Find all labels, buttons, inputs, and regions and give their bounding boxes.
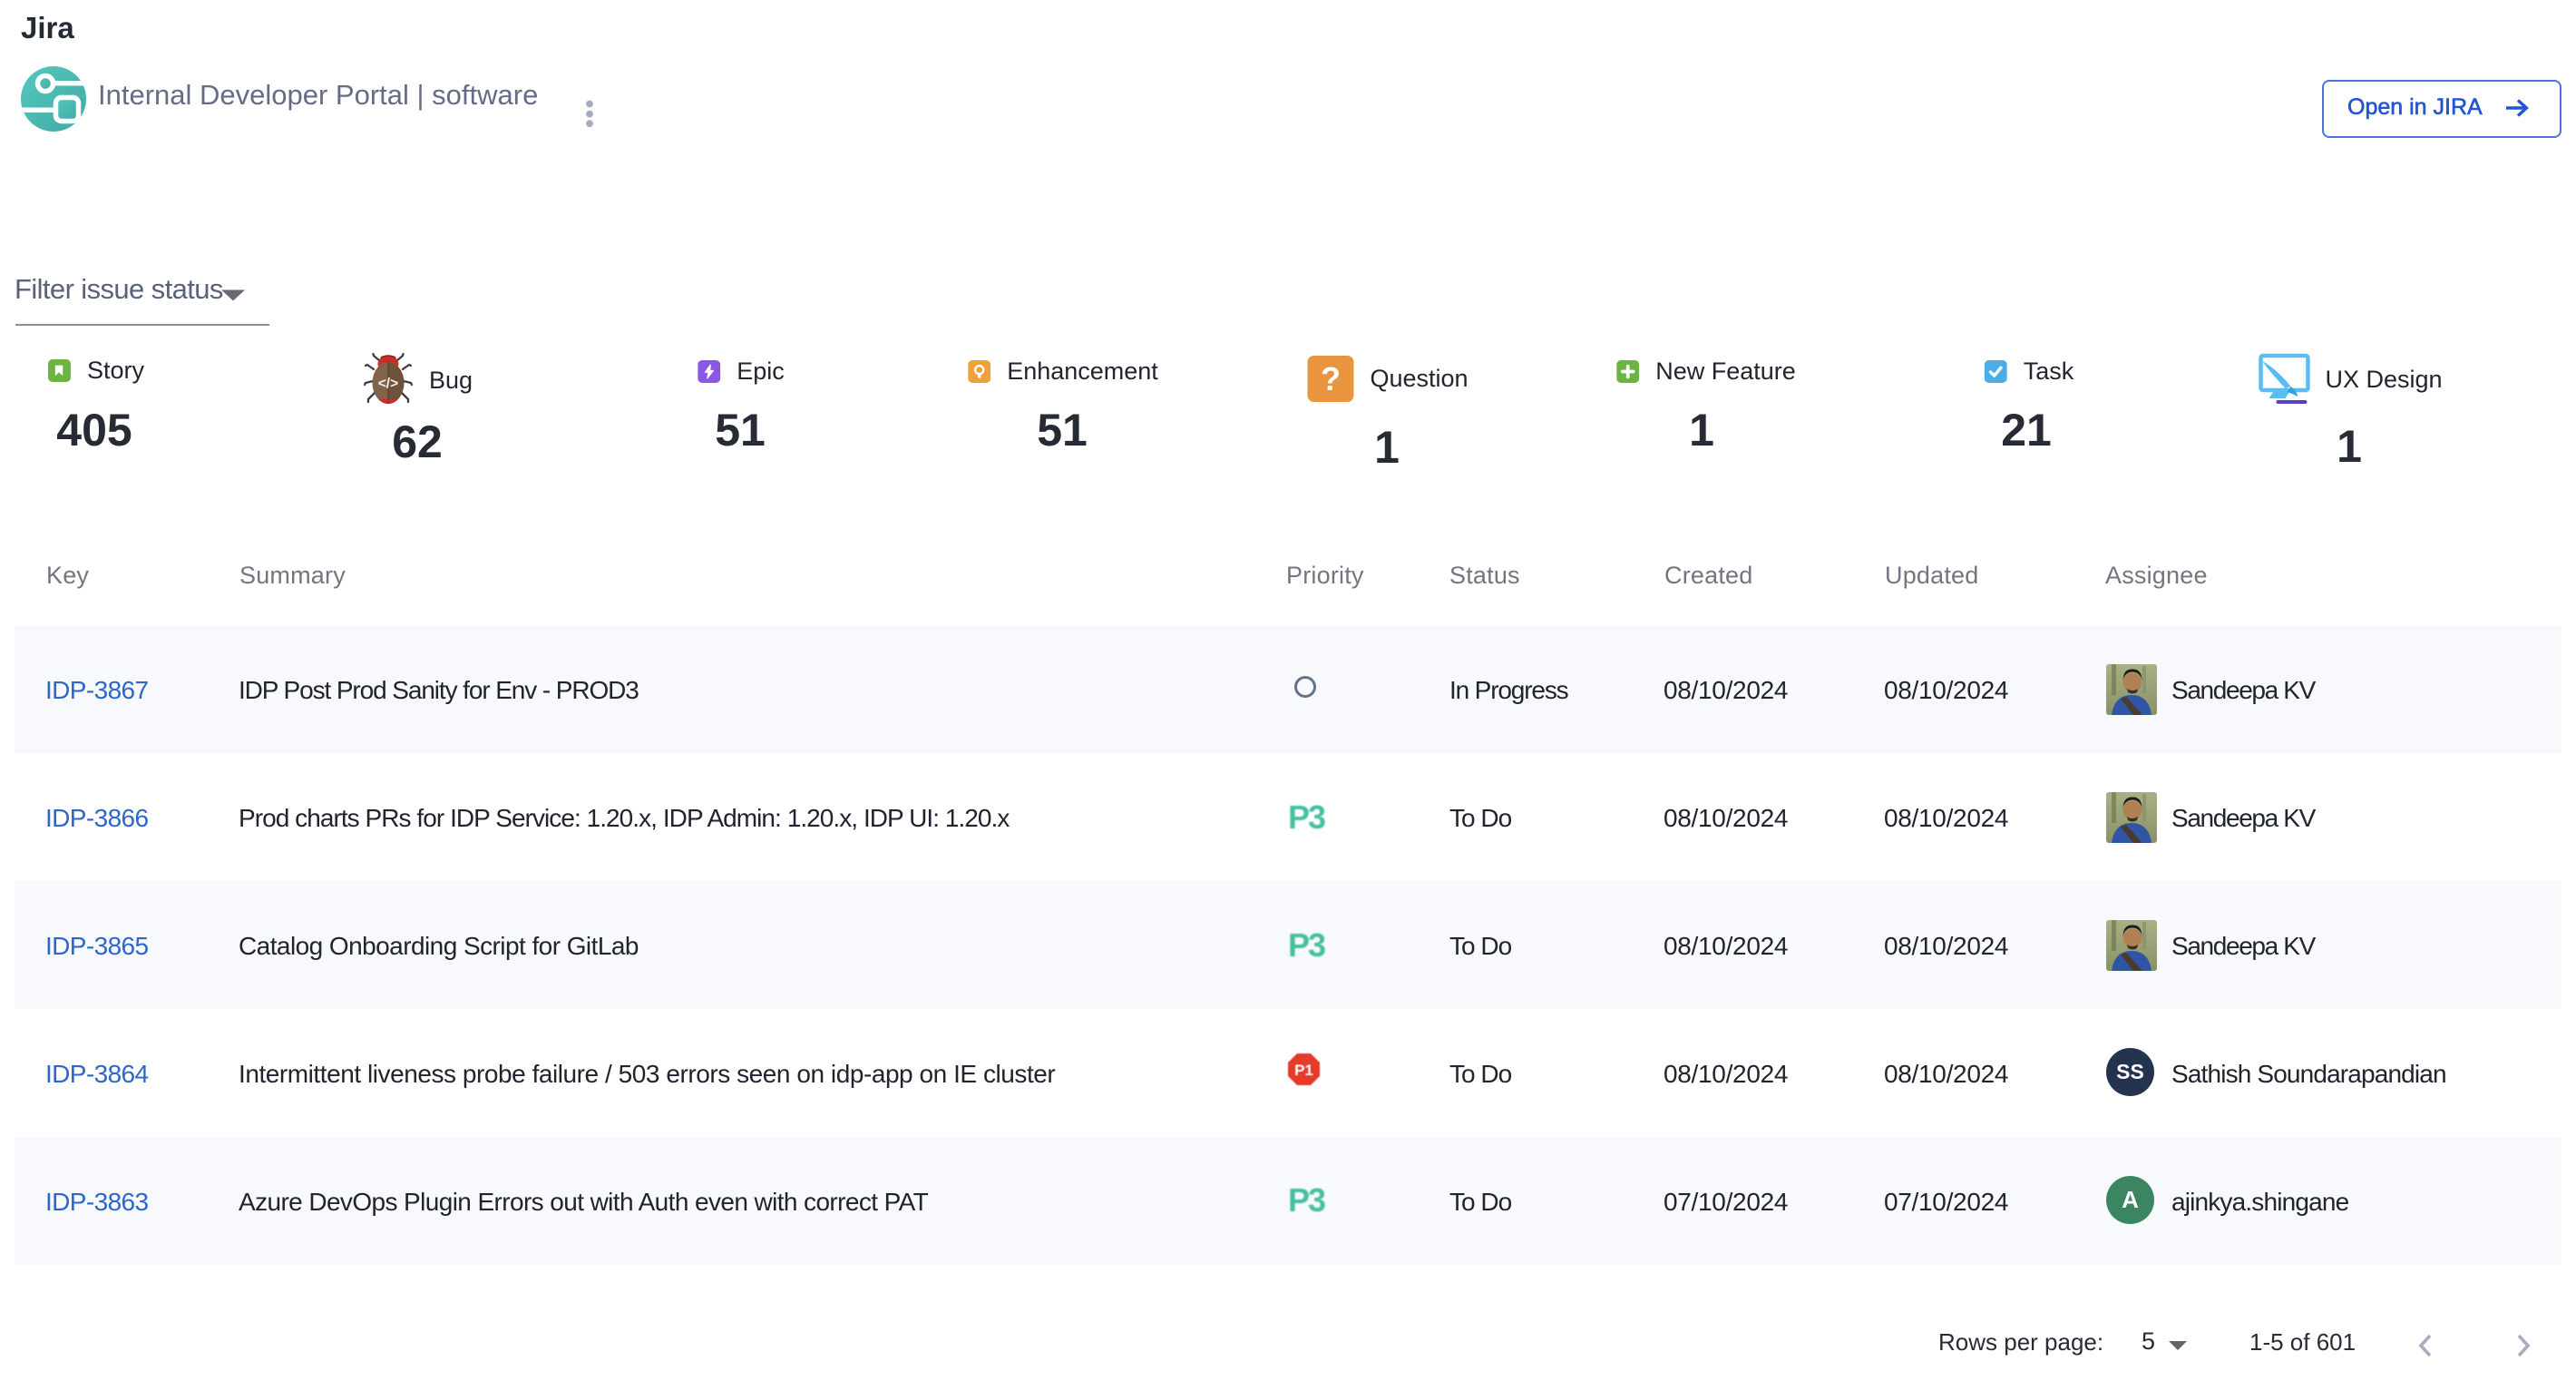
svg-text:?: ? [1321,360,1341,397]
svg-text:P1: P1 [1294,1062,1313,1079]
svg-text:</>: </> [378,376,398,391]
